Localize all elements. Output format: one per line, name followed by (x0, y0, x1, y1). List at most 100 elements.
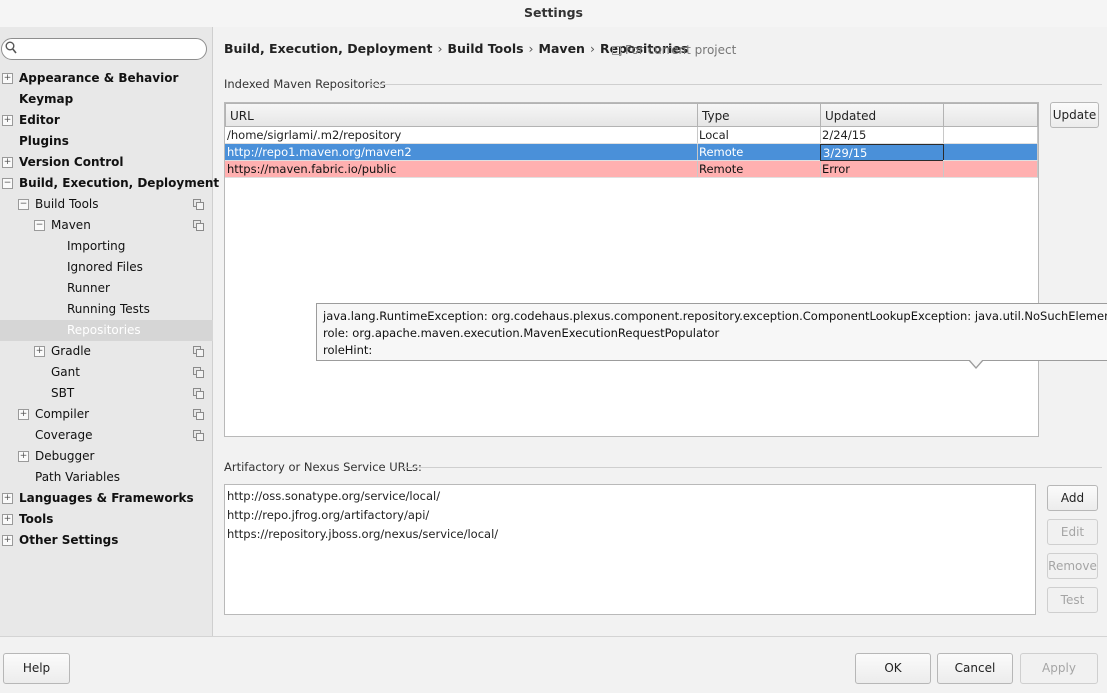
expand-icon[interactable]: + (18, 451, 29, 462)
sidebar-item-label: Repositories (67, 323, 141, 337)
sidebar-item-repositories[interactable]: Repositories (0, 320, 213, 341)
table-cell-type: Remote (697, 161, 821, 178)
sidebar-item-label: Path Variables (35, 470, 121, 484)
table-row[interactable]: /home/sigrlami/.m2/repository Local 2/24/1… (225, 127, 1038, 144)
sidebar-item-gradle[interactable]: + Gradle (0, 341, 213, 362)
ok-button[interactable]: OK (855, 653, 931, 684)
table-row[interactable]: http://repo1.maven.org/maven2 Remote 3/29/… (225, 144, 1038, 161)
update-label: Update (1052, 108, 1097, 122)
service-urls-title: Artifactory or Nexus Service URLs: (224, 460, 422, 474)
sidebar-item-label: Build Tools (35, 197, 99, 211)
edit-label: Edit (1060, 525, 1085, 539)
indexed-repos-table[interactable]: URL Type Updated /home/sigrlami/.m2/reposi… (224, 102, 1039, 437)
expand-icon[interactable]: + (2, 157, 13, 168)
sidebar-item-other-settings[interactable]: + Other Settings (0, 530, 213, 551)
sidebar-item-debugger[interactable]: + Debugger (0, 446, 213, 467)
project-settings-icon (193, 199, 204, 210)
collapse-icon[interactable]: − (2, 178, 13, 189)
breadcrumb-item-build-execution-deployment: Build, Execution, Deployment (224, 41, 433, 56)
sidebar-item-runner[interactable]: Runner (0, 278, 213, 299)
scope-label: For current project (625, 43, 737, 57)
sidebar-item-label: Compiler (35, 407, 90, 421)
sidebar-item-gant[interactable]: Gant (0, 362, 213, 383)
sidebar-item-importing[interactable]: Importing (0, 236, 213, 257)
apply-button[interactable]: Apply (1020, 653, 1098, 684)
expand-icon[interactable]: + (2, 514, 13, 525)
sidebar-item-version-control[interactable]: + Version Control (0, 152, 213, 173)
project-icon (612, 46, 621, 55)
collapse-icon[interactable]: − (34, 220, 45, 231)
project-settings-icon (193, 430, 204, 441)
settings-tree: + Appearance & Behavior Keymap + Editor Plugi… (0, 68, 219, 551)
search-icon (5, 41, 17, 54)
table-cell-url: https://maven.fabric.io/public (225, 161, 698, 178)
sidebar-item-build-execution-deployment[interactable]: − Build, Execution, Deployment (0, 173, 219, 194)
sidebar-item-label: Other Settings (19, 533, 119, 547)
table-cell-extra (943, 127, 1038, 144)
sidebar-item-label: Editor (19, 113, 60, 127)
table-cell-type: Local (697, 127, 821, 144)
expand-icon[interactable]: + (18, 409, 29, 420)
remove-label: Remove (1048, 559, 1097, 573)
update-button[interactable]: Update (1050, 102, 1099, 128)
expand-icon[interactable]: + (2, 535, 13, 546)
window-title: Settings (0, 0, 1107, 27)
sidebar-item-label: Plugins (19, 134, 69, 148)
sidebar-item-maven[interactable]: − Maven (0, 215, 213, 236)
edit-button[interactable]: Edit (1047, 519, 1098, 545)
sidebar-item-tools[interactable]: + Tools (0, 509, 213, 530)
sidebar-item-keymap[interactable]: Keymap (0, 89, 213, 110)
sidebar-item-label: SBT (51, 386, 75, 400)
sidebar-item-running-tests[interactable]: Running Tests (0, 299, 213, 320)
sidebar-item-label: Ignored Files (67, 260, 143, 274)
breadcrumb-item-maven: Maven (538, 41, 585, 56)
sidebar-item-compiler[interactable]: + Compiler (0, 404, 213, 425)
scope-indicator: For current project (612, 43, 736, 57)
sidebar-item-path-variables[interactable]: Path Variables (0, 467, 213, 488)
ok-label: OK (884, 661, 902, 675)
sidebar-item-label: Importing (67, 239, 126, 253)
cancel-button[interactable]: Cancel (937, 653, 1013, 684)
sidebar-item-label: Gradle (51, 344, 91, 358)
project-settings-icon (193, 409, 204, 420)
apply-label: Apply (1042, 661, 1076, 675)
list-item[interactable]: https://repository.jboss.org/nexus/servi… (227, 525, 1033, 544)
column-header-updated[interactable]: Updated (820, 103, 944, 127)
table-cell-url: /home/sigrlami/.m2/repository (225, 127, 698, 144)
table-row[interactable]: https://maven.fabric.io/public Remote Erro… (225, 161, 1038, 178)
table-cell-updated: Error (820, 161, 944, 178)
sidebar-item-appearance-behavior[interactable]: + Appearance & Behavior (0, 68, 213, 89)
expand-icon[interactable]: + (34, 346, 45, 357)
help-label: Help (22, 661, 51, 675)
list-item[interactable]: http://oss.sonatype.org/service/local/ (227, 487, 1033, 506)
expand-icon[interactable]: + (2, 115, 13, 126)
sidebar-item-sbt[interactable]: SBT (0, 383, 213, 404)
column-header-url[interactable]: URL (225, 103, 698, 127)
sidebar-item-ignored-files[interactable]: Ignored Files (0, 257, 213, 278)
service-urls-list[interactable]: http://oss.sonatype.org/service/local/ht… (224, 484, 1036, 615)
remove-button[interactable]: Remove (1047, 553, 1098, 579)
list-item[interactable]: http://repo.jfrog.org/artifactory/api/ (227, 506, 1033, 525)
sidebar-item-label: Gant (51, 365, 80, 379)
breadcrumb-item-build-tools: Build Tools (447, 41, 524, 56)
help-button[interactable]: Help (3, 653, 70, 684)
column-header-type[interactable]: Type (697, 103, 821, 127)
test-button[interactable]: Test (1047, 587, 1098, 613)
indexed-repos-title: Indexed Maven Repositories (224, 77, 386, 91)
add-button[interactable]: Add (1047, 485, 1098, 511)
sidebar-item-editor[interactable]: + Editor (0, 110, 213, 131)
sidebar-item-languages-frameworks[interactable]: + Languages & Frameworks (0, 488, 213, 509)
expand-icon[interactable]: + (2, 493, 13, 504)
tooltip-line: role: org.apache.maven.execution.MavenEx… (323, 326, 720, 340)
expand-icon[interactable]: + (2, 73, 13, 84)
search-input[interactable] (1, 38, 207, 60)
sidebar-item-label: Runner (67, 281, 110, 295)
collapse-icon[interactable]: − (18, 199, 29, 210)
sidebar-item-coverage[interactable]: Coverage (0, 425, 213, 446)
sidebar-item-plugins[interactable]: Plugins (0, 131, 213, 152)
sidebar-item-label: Maven (51, 218, 91, 232)
sidebar-item-label: Version Control (19, 155, 124, 169)
sidebar-item-build-tools[interactable]: − Build Tools (0, 194, 213, 215)
column-header-extra[interactable] (943, 103, 1038, 127)
table-cell-extra (943, 144, 1038, 161)
